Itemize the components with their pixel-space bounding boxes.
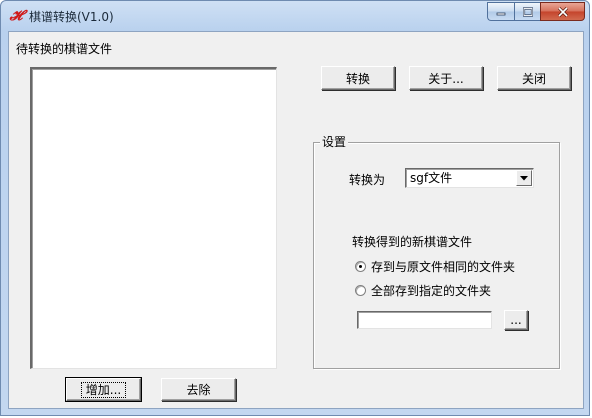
maximize-button[interactable]	[514, 2, 540, 21]
convert-button[interactable]: 转换	[321, 66, 395, 90]
add-button[interactable]: 增加...	[65, 377, 142, 402]
radio-specified-folder[interactable]	[355, 285, 366, 296]
add-button-label: 增加...	[80, 381, 127, 398]
title-bar[interactable]: 𝓗 棋谱转换(V1.0)	[1, 1, 589, 31]
file-list-label: 待转换的棋谱文件	[16, 42, 113, 56]
close-button[interactable]: 关闭	[497, 66, 571, 90]
main-window: 𝓗 棋谱转换(V1.0) 待转换的棋谱文件 增加... 去除 转换 关于... …	[0, 0, 590, 416]
caption-buttons	[487, 2, 585, 22]
option-specified-folder-label: 全部存到指定的文件夹	[371, 284, 492, 298]
file-list[interactable]	[30, 67, 277, 369]
maximize-icon	[522, 6, 533, 17]
option-same-folder[interactable]: 存到与原文件相同的文件夹	[355, 258, 515, 275]
chevron-down-icon	[520, 175, 528, 180]
close-window-button[interactable]	[540, 2, 585, 21]
about-button-label: 关于...	[428, 71, 464, 86]
radio-same-folder[interactable]	[355, 261, 366, 272]
remove-button[interactable]: 去除	[161, 378, 236, 401]
option-specified-folder[interactable]: 全部存到指定的文件夹	[355, 282, 491, 299]
app-icon: 𝓗	[9, 8, 23, 24]
settings-group-title: 设置	[320, 135, 349, 149]
close-icon	[557, 6, 568, 17]
minimize-button[interactable]	[487, 2, 514, 21]
window-title: 棋谱转换(V1.0)	[29, 10, 114, 24]
remove-button-label: 去除	[186, 383, 211, 397]
about-button[interactable]: 关于...	[409, 66, 483, 90]
convert-button-label: 转换	[345, 71, 370, 86]
browse-folder-label: ...	[510, 313, 522, 327]
minimize-icon	[496, 12, 506, 15]
folder-path-input[interactable]	[357, 311, 492, 329]
output-heading: 转换得到的新棋谱文件	[352, 235, 473, 249]
convert-to-label: 转换为	[349, 173, 386, 187]
close-button-label: 关闭	[521, 71, 546, 86]
format-select[interactable]: sgf文件	[405, 168, 534, 188]
format-select-value: sgf文件	[410, 171, 453, 185]
dialog-client-area: 待转换的棋谱文件 增加... 去除 转换 关于... 关闭 设置 转换为 sgf…	[8, 31, 584, 409]
format-select-dropdown-button[interactable]	[516, 170, 532, 186]
option-same-folder-label: 存到与原文件相同的文件夹	[371, 260, 516, 274]
browse-folder-button[interactable]: ...	[504, 310, 528, 330]
